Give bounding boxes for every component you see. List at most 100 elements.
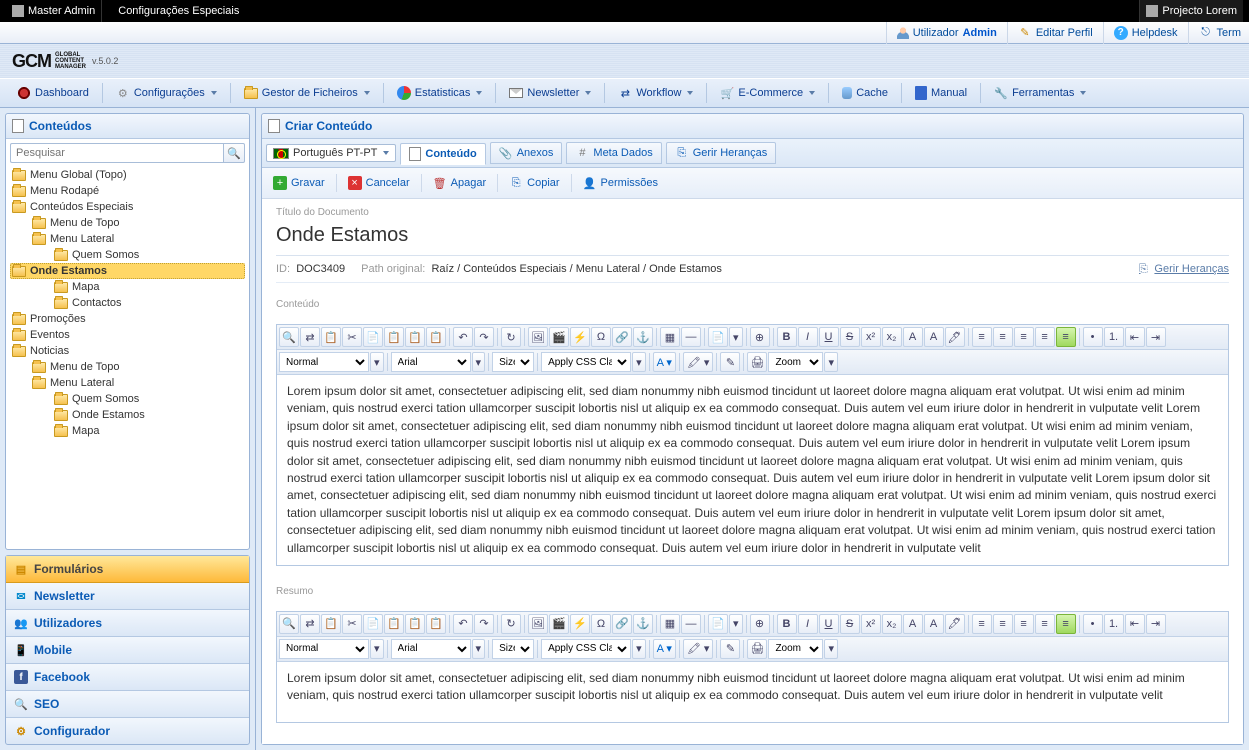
- font-select[interactable]: Arial: [391, 639, 471, 659]
- editor-button[interactable]: ⊕: [750, 614, 770, 634]
- tree-node[interactable]: Menu Lateral: [10, 375, 245, 391]
- tab-content[interactable]: Conteúdo: [400, 143, 485, 165]
- editor-button[interactable]: ⇤: [1125, 327, 1145, 347]
- editor-button[interactable]: ▦: [660, 614, 680, 634]
- editor-button[interactable]: A: [903, 327, 923, 347]
- tree-node[interactable]: Noticias: [10, 343, 245, 359]
- editor-button[interactable]: 📋: [405, 614, 425, 634]
- editor-button[interactable]: 1.: [1104, 327, 1124, 347]
- editor-button[interactable]: 📋: [384, 327, 404, 347]
- tree-node[interactable]: Menu de Topo: [10, 359, 245, 375]
- content-editor-body[interactable]: Lorem ipsum dolor sit amet, consectetuer…: [277, 375, 1228, 565]
- summary-editor-body[interactable]: Lorem ipsum dolor sit amet, consectetuer…: [277, 662, 1228, 722]
- print[interactable]: 🖨: [747, 352, 767, 372]
- editor-button[interactable]: —: [681, 614, 701, 634]
- editor-button[interactable]: B: [777, 614, 797, 634]
- editor-button[interactable]: 📋: [384, 614, 404, 634]
- tree-node[interactable]: Mapa: [10, 279, 245, 295]
- menu-manual[interactable]: Manual: [906, 82, 976, 104]
- editor-button[interactable]: 📋: [321, 327, 341, 347]
- editor-button[interactable]: ↻: [501, 327, 521, 347]
- menu-cache[interactable]: Cache: [833, 83, 897, 103]
- highlight[interactable]: ✎: [720, 352, 740, 372]
- manage-inheritance-link[interactable]: ⎘Gerir Heranças: [1136, 262, 1229, 276]
- editor-button[interactable]: ⚡: [570, 327, 590, 347]
- format-select[interactable]: Normal: [279, 352, 369, 372]
- text-color[interactable]: A ▾: [653, 352, 676, 372]
- format-dd[interactable]: ▾: [370, 639, 384, 659]
- format-select[interactable]: Normal: [279, 639, 369, 659]
- tree-node[interactable]: Menu Rodapé: [10, 183, 245, 199]
- editor-button[interactable]: 🖊: [945, 614, 965, 634]
- tree-node[interactable]: Promoções: [10, 311, 245, 327]
- edit-profile-link[interactable]: ✎Editar Perfil: [1007, 22, 1093, 44]
- editor-button[interactable]: ⇤: [1125, 614, 1145, 634]
- menu-stats[interactable]: Estatisticas: [388, 82, 492, 104]
- editor-button[interactable]: 🔗: [612, 614, 632, 634]
- editor-button[interactable]: I: [798, 327, 818, 347]
- editor-button[interactable]: ⇥: [1146, 327, 1166, 347]
- editor-button[interactable]: ≡: [993, 614, 1013, 634]
- editor-button[interactable]: 🔍: [279, 614, 299, 634]
- tree-node[interactable]: Conteúdos Especiais: [10, 199, 245, 215]
- editor-button[interactable]: ▾: [729, 327, 743, 347]
- tab-metadata[interactable]: #Meta Dados: [566, 142, 661, 164]
- editor-button[interactable]: 🎬: [549, 614, 569, 634]
- tree-node[interactable]: Mapa: [10, 423, 245, 439]
- editor-button[interactable]: ⚓: [633, 614, 653, 634]
- highlight[interactable]: ✎: [720, 639, 740, 659]
- accordion-mobile[interactable]: 📱Mobile: [6, 637, 249, 664]
- editor-button[interactable]: ↻: [501, 614, 521, 634]
- editor-button[interactable]: ✂: [342, 614, 362, 634]
- editor-button[interactable]: ↶: [453, 614, 473, 634]
- zoom-select[interactable]: Zoom: [768, 352, 823, 372]
- editor-button[interactable]: x₂: [882, 614, 902, 634]
- menu-tools[interactable]: 🔧Ferramentas: [985, 82, 1095, 104]
- document-title[interactable]: Onde Estamos: [276, 220, 1229, 256]
- editor-button[interactable]: x²: [861, 614, 881, 634]
- tree-node[interactable]: Menu de Topo: [10, 215, 245, 231]
- font-dd[interactable]: ▾: [472, 352, 486, 372]
- font-select[interactable]: Arial: [391, 352, 471, 372]
- editor-button[interactable]: ≡: [1035, 614, 1055, 634]
- permissions-button[interactable]: 👤Permissões: [576, 172, 665, 194]
- current-user[interactable]: Utilizador Admin: [886, 22, 997, 44]
- editor-button[interactable]: ✂: [342, 327, 362, 347]
- save-button[interactable]: +Gravar: [266, 172, 332, 194]
- zoom-dd[interactable]: ▾: [824, 639, 838, 659]
- cancel-button[interactable]: ×Cancelar: [341, 172, 417, 194]
- editor-button[interactable]: S: [840, 614, 860, 634]
- editor-button[interactable]: ⇥: [1146, 614, 1166, 634]
- tree-node[interactable]: Menu Lateral: [10, 231, 245, 247]
- topbar-project[interactable]: Projecto Lorem: [1139, 0, 1243, 22]
- menu-workflow[interactable]: ⇄Workflow: [609, 82, 702, 104]
- zoom-select[interactable]: Zoom: [768, 639, 823, 659]
- menu-ecommerce[interactable]: 🛒E-Commerce: [711, 82, 824, 104]
- editor-button[interactable]: S: [840, 327, 860, 347]
- editor-button[interactable]: 🎬: [549, 327, 569, 347]
- zoom-dd[interactable]: ▾: [824, 352, 838, 372]
- css-select[interactable]: Apply CSS Class: [541, 639, 631, 659]
- editor-button[interactable]: A: [924, 614, 944, 634]
- editor-button[interactable]: A: [903, 614, 923, 634]
- text-color[interactable]: A ▾: [653, 639, 676, 659]
- editor-button[interactable]: 🔗: [612, 327, 632, 347]
- editor-button[interactable]: •: [1083, 614, 1103, 634]
- css-dd[interactable]: ▾: [632, 352, 646, 372]
- bg-color[interactable]: 🖍 ▾: [683, 639, 714, 659]
- size-select[interactable]: Size: [492, 352, 534, 372]
- tree-node[interactable]: Onde Estamos: [10, 407, 245, 423]
- accordion-utilizadores[interactable]: 👥Utilizadores: [6, 610, 249, 637]
- topbar-master-admin[interactable]: Master Admin: [6, 0, 102, 22]
- editor-button[interactable]: ⊕: [750, 327, 770, 347]
- accordion-newsletter[interactable]: ✉Newsletter: [6, 583, 249, 610]
- menu-dashboard[interactable]: Dashboard: [8, 82, 98, 104]
- accordion-configurador[interactable]: ⚙Configurador: [6, 718, 249, 744]
- editor-button[interactable]: ≡: [1014, 327, 1034, 347]
- editor-button[interactable]: •: [1083, 327, 1103, 347]
- editor-button[interactable]: ⇄: [300, 327, 320, 347]
- menu-config[interactable]: ⚙Configurações: [107, 82, 226, 104]
- css-select[interactable]: Apply CSS Class: [541, 352, 631, 372]
- tree-node[interactable]: Onde Estamos: [10, 263, 245, 279]
- delete-button[interactable]: 🗑Apagar: [426, 172, 493, 194]
